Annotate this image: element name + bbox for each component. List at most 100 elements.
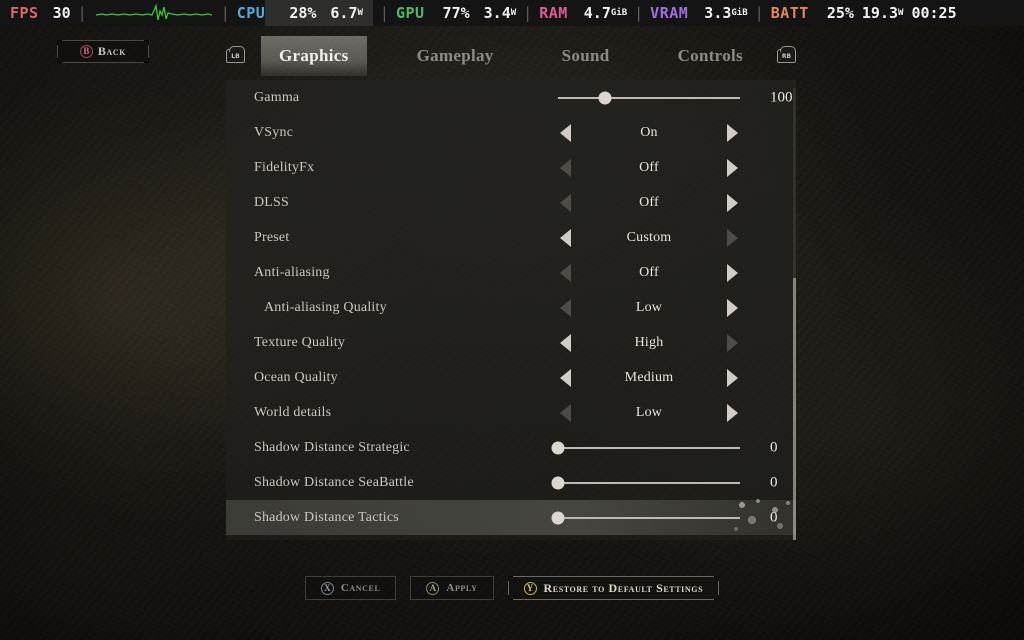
hud-cpu-power-unit: W: [357, 8, 363, 18]
setting-label: Preset: [254, 229, 290, 245]
tab-list: Graphics Gameplay Sound Controls: [245, 34, 777, 78]
setting-control: Custom: [544, 220, 754, 255]
slider-control[interactable]: [544, 500, 754, 535]
hud-batt-power: 19.3: [861, 4, 899, 22]
slider-knob[interactable]: [598, 91, 612, 104]
setting-row[interactable]: Shadow Distance Tactics 0: [226, 496, 802, 540]
settings-scrollbar-thumb[interactable]: [793, 277, 796, 540]
stepper-right-arrow-icon[interactable]: [727, 228, 738, 247]
setting-row[interactable]: Anti-aliasing Off: [226, 255, 796, 290]
stepper-value: Low: [635, 404, 663, 420]
tab-controls[interactable]: Controls: [660, 36, 761, 76]
hud-separator: |: [523, 4, 533, 22]
hud-cpu-usage: 28%: [289, 4, 317, 22]
stepper-right-arrow-icon[interactable]: [727, 298, 738, 317]
hud-batt-label: BATT: [770, 4, 809, 22]
stepper-value: Low: [635, 299, 663, 315]
hud-fps-group: FPS 30 | | CPU: [0, 0, 265, 26]
stepper-right-arrow-icon[interactable]: [727, 368, 738, 387]
hud-gpu-usage: 77%: [442, 4, 470, 22]
setting-row[interactable]: Shadow Distance Strategic 0: [226, 430, 796, 465]
setting-row[interactable]: Preset Custom: [226, 220, 796, 255]
setting-control: Medium: [544, 360, 754, 395]
setting-label: Texture Quality: [254, 334, 346, 350]
stepper-value: Medium: [624, 369, 674, 385]
setting-label: Shadow Distance Strategic: [254, 439, 410, 455]
stepper-right-arrow-icon[interactable]: [727, 123, 738, 142]
slider-track: [558, 481, 740, 484]
cancel-button[interactable]: X Cancel: [304, 576, 397, 600]
right-shoulder-button-icon[interactable]: RB: [777, 46, 796, 63]
setting-label: Shadow Distance SeaBattle: [254, 474, 414, 490]
action-button-label: Cancel: [340, 582, 381, 594]
slider-value: 100: [770, 89, 793, 105]
setting-row[interactable]: World details Low: [226, 395, 796, 430]
slider-control[interactable]: [544, 465, 754, 500]
hud-vram-label: VRAM: [650, 4, 689, 22]
settings-tab-bar: LB Graphics Gameplay Sound Controls RB: [226, 34, 796, 78]
stepper-control: Low: [544, 290, 754, 325]
slider-value: 0: [770, 509, 778, 525]
setting-row[interactable]: Shadow Distance SeaBattle 0: [226, 465, 796, 500]
stepper-left-arrow-icon[interactable]: [560, 403, 571, 422]
setting-control: 100: [544, 80, 793, 115]
hud-separator: |: [77, 4, 87, 22]
setting-row[interactable]: Gamma 100: [226, 80, 796, 115]
slider-control[interactable]: [544, 430, 754, 465]
setting-control: Off: [544, 255, 754, 290]
setting-control: 0: [544, 430, 778, 465]
setting-label: Ocean Quality: [254, 369, 338, 385]
restore-to-default-settings-button[interactable]: Y Restore to Default Settings: [507, 576, 720, 600]
hud-vram-unit: GiB: [731, 8, 748, 18]
stepper-left-arrow-icon[interactable]: [560, 298, 571, 317]
hud-ram-value: 4.7: [583, 4, 611, 22]
hud-cpu-values: 28% 6.7 W: [265, 0, 373, 26]
setting-label: VSync: [254, 124, 294, 140]
slider-knob[interactable]: [551, 511, 565, 524]
hud-batt-power-unit: W: [898, 8, 904, 18]
setting-label: DLSS: [254, 194, 290, 210]
stepper-right-arrow-icon[interactable]: [727, 403, 738, 422]
stepper-right-arrow-icon[interactable]: [727, 333, 738, 352]
setting-control: Low: [544, 290, 754, 325]
hud-separator: |: [754, 4, 764, 22]
setting-row[interactable]: Anti-aliasing Quality Low: [226, 290, 796, 325]
setting-row[interactable]: VSync On: [226, 115, 796, 150]
setting-control: Off: [544, 185, 754, 220]
stepper-left-arrow-icon[interactable]: [560, 123, 571, 142]
apply-button[interactable]: A Apply: [410, 576, 494, 600]
hud-gpu-label: GPU: [395, 4, 425, 22]
stepper-left-arrow-icon[interactable]: [560, 193, 571, 212]
tab-graphics[interactable]: Graphics: [261, 36, 367, 76]
gamepad-b-icon: B: [79, 45, 93, 58]
setting-row[interactable]: Texture Quality High: [226, 325, 796, 360]
left-shoulder-button-icon[interactable]: LB: [226, 46, 245, 63]
performance-hud-overlay: FPS 30 | | CPU 28% 6.7 W | GPU 77% 3.4 W |…: [0, 0, 1024, 26]
slider-value: 0: [770, 474, 778, 490]
tab-gameplay[interactable]: Gameplay: [399, 36, 512, 76]
slider-value: 0: [770, 439, 778, 455]
stepper-left-arrow-icon[interactable]: [560, 333, 571, 352]
stepper-left-arrow-icon[interactable]: [560, 263, 571, 282]
back-button[interactable]: B Back: [57, 40, 149, 63]
stepper-left-arrow-icon[interactable]: [560, 158, 571, 177]
stepper-left-arrow-icon[interactable]: [560, 368, 571, 387]
stepper-right-arrow-icon[interactable]: [727, 263, 738, 282]
slider-knob[interactable]: [551, 476, 565, 489]
hud-vram-value: 3.3: [704, 4, 732, 22]
hud-separator: |: [220, 4, 230, 22]
stepper-right-arrow-icon[interactable]: [727, 158, 738, 177]
stepper-right-arrow-icon[interactable]: [727, 193, 738, 212]
slider-control[interactable]: [544, 80, 754, 115]
settings-scrollbar-track[interactable]: [793, 88, 796, 540]
back-button-label: Back: [97, 44, 127, 58]
slider-knob[interactable]: [551, 441, 565, 454]
stepper-value: Off: [639, 264, 659, 280]
setting-row[interactable]: FidelityFx Off: [226, 150, 796, 185]
stepper-left-arrow-icon[interactable]: [560, 228, 571, 247]
hud-batt-percent: 25%: [826, 4, 854, 22]
setting-row[interactable]: Ocean Quality Medium: [226, 360, 796, 395]
tab-sound[interactable]: Sound: [544, 36, 628, 76]
stepper-value: High: [634, 334, 664, 350]
setting-row[interactable]: DLSS Off: [226, 185, 796, 220]
